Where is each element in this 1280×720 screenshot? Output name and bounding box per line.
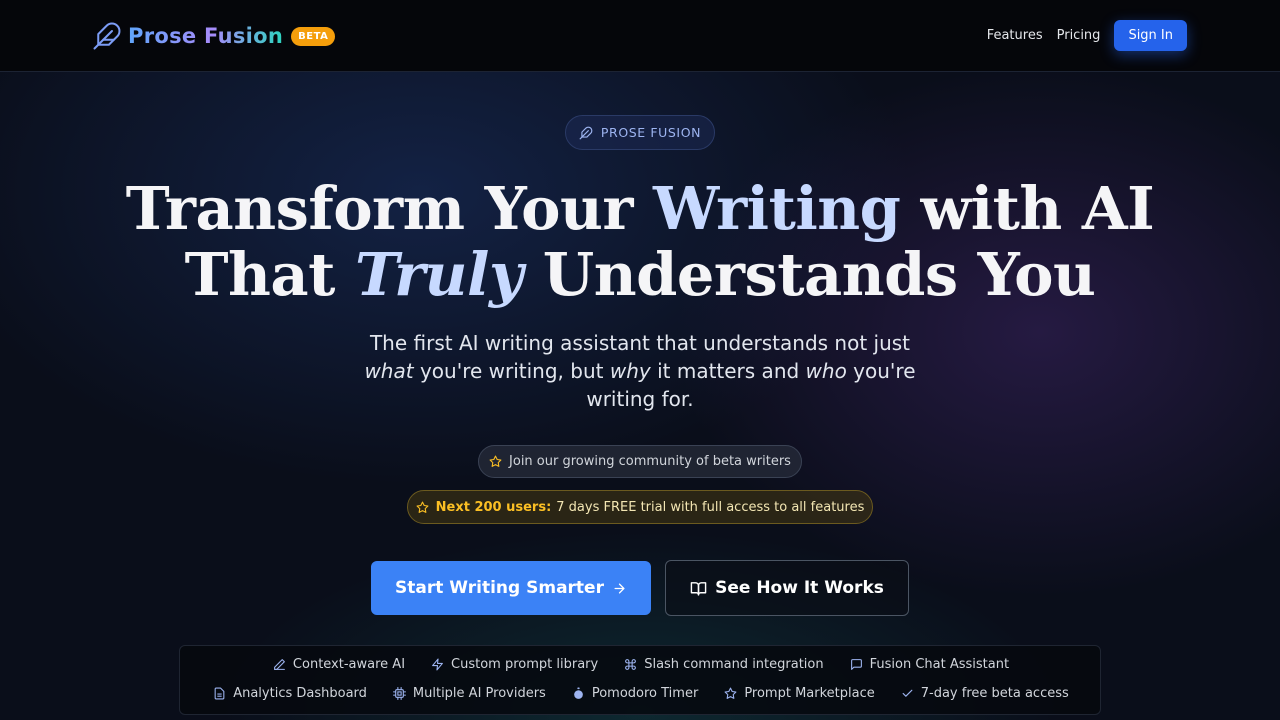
check-icon [902,689,913,697]
feature-item: Custom prompt library [431,657,598,672]
feature-label: Prompt Marketplace [744,686,875,701]
subtitle-text: The first AI writing assistant that unde… [369,331,911,355]
feature-item: Prompt Marketplace [724,686,875,701]
feather-icon [93,22,121,50]
star-icon [724,687,737,699]
feature-label: Slash command integration [644,657,824,672]
beta-badge: BETA [291,26,336,46]
nav-link-features[interactable]: Features [987,28,1043,43]
chip-icon [392,687,406,700]
headline-highlight: Writing [652,174,901,243]
start-writing-label: Start Writing Smarter [395,578,604,598]
subtitle-text: you're writing, but [413,359,610,383]
brand[interactable]: Prose Fusion BETA [92,20,336,52]
subtitle-emphasis: what [364,359,414,383]
command-icon [625,659,637,670]
nav-links: Features Pricing Sign In [987,20,1187,51]
feature-label: Context-aware AI [292,657,406,672]
product-pill: PROSE FUSION [565,115,715,150]
timer-icon [574,687,583,699]
star-icon [416,501,429,513]
subtitle-text: it matters and [650,359,806,383]
feature-item: Multiple AI Providers [392,686,546,701]
feature-list: Context-aware AI Custom prompt library S… [179,645,1101,715]
headline-emphasis: Truly [354,240,523,309]
community-text: Join our growing community of beta write… [509,454,791,469]
feature-item: Slash command integration [624,657,824,672]
document-icon [214,687,225,700]
headline-text: Transform Your [125,174,653,243]
see-how-it-works-button[interactable]: See How It Works [665,560,909,616]
headline-text: That [184,240,355,309]
feature-item: 7-day free beta access [901,686,1069,701]
feather-icon [579,126,593,139]
see-how-label: See How It Works [715,578,884,598]
feature-label: Multiple AI Providers [412,686,546,701]
brand-name: Prose Fusion [128,24,284,48]
pill-label: PROSE FUSION [600,125,702,140]
arrow-right-icon [614,583,625,593]
feature-item: Fusion Chat Assistant [850,657,1009,672]
feature-item: Pomodoro Timer [572,686,698,701]
feature-label: 7-day free beta access [920,686,1069,701]
feature-item: Analytics Dashboard [213,686,367,701]
chat-icon [850,659,862,670]
feature-label: Custom prompt library [451,657,599,672]
headline-text: Understands You [522,240,1096,309]
nav-link-pricing[interactable]: Pricing [1057,28,1101,43]
sign-in-button[interactable]: Sign In [1114,20,1187,51]
feature-item: Context-aware AI [273,657,405,672]
subtitle-emphasis: who [805,359,847,383]
star-icon [489,455,502,467]
feature-label: Pomodoro Timer [591,686,699,701]
pencil-icon [274,659,285,670]
subtitle-emphasis: why [609,359,651,383]
top-nav: Prose Fusion BETA Features Pricing Sign … [0,0,1280,72]
lightning-icon [432,658,443,671]
promo-text: 7 days FREE trial with full access to al… [556,499,865,515]
hero-headline: Transform Your Writing with AI That Trul… [0,176,1280,308]
headline-text: with AI [900,174,1155,243]
hero-section: PROSE FUSION Transform Your Writing with… [0,72,1280,720]
book-open-icon [690,581,707,596]
feature-label: Fusion Chat Assistant [869,657,1010,672]
promo-bold: Next 200 users: [435,499,552,515]
community-badge: Join our growing community of beta write… [478,445,802,478]
start-writing-button[interactable]: Start Writing Smarter [371,561,651,615]
feature-label: Analytics Dashboard [233,686,367,701]
hero-subtitle: The first AI writing assistant that unde… [340,329,940,413]
promo-badge: Next 200 users: 7 days FREE trial with f… [407,490,873,524]
